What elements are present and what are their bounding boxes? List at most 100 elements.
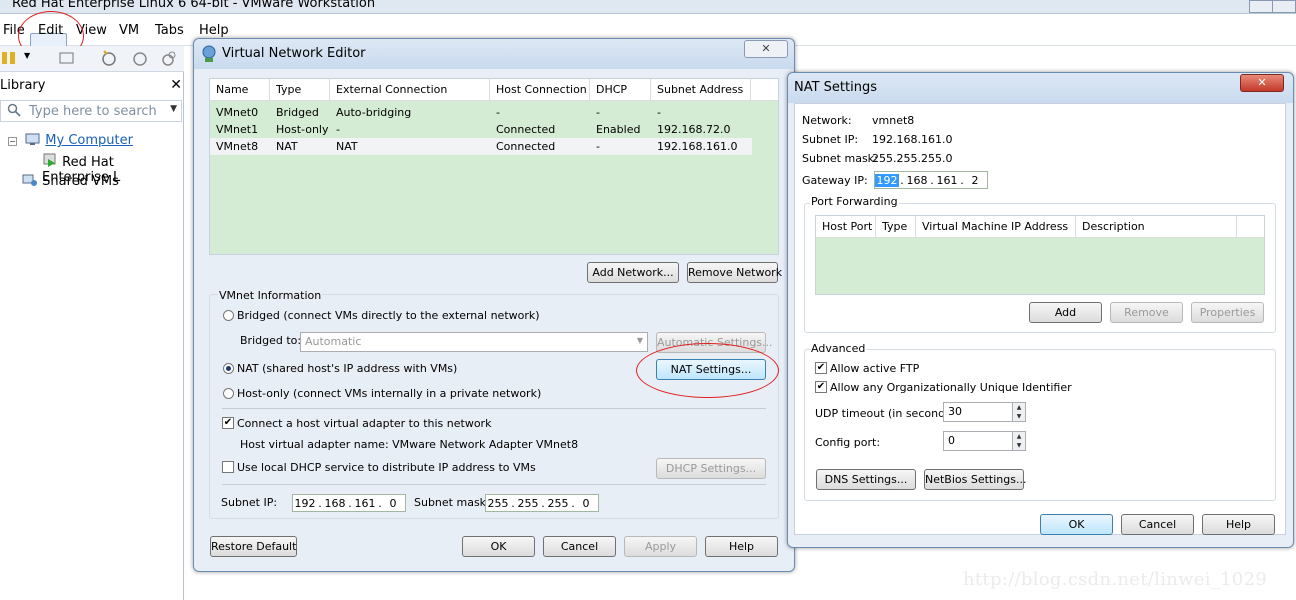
allow-oui-label[interactable]: Allow any Organizationally Unique Identi… (830, 381, 1072, 394)
col-dhcp[interactable]: DHCP (590, 78, 651, 101)
adapter-name-label: Host virtual adapter name: VMware Networ… (240, 438, 579, 451)
nat-radio-label[interactable]: NAT (shared host's IP address with VMs) (237, 362, 457, 375)
cell: 192.168.72.0 (657, 123, 731, 136)
bridged-to-select[interactable]: Automatic ▼ (300, 332, 648, 352)
col-external[interactable]: External Connection (330, 78, 490, 101)
ip-octet: 2 (971, 173, 979, 187)
tree-item-my-computer[interactable]: − My Computer (8, 133, 133, 148)
pause-icon[interactable] (1, 51, 17, 65)
revert-snapshot-icon[interactable] (131, 49, 149, 67)
cell: Host-only (276, 123, 329, 136)
table-row-selected[interactable]: VMnet8 NAT NAT Connected - 192.168.161.0 (210, 138, 752, 155)
add-network-button[interactable]: Add Network... (587, 262, 679, 283)
close-icon[interactable]: ✕ (170, 77, 182, 93)
cell: NAT (276, 140, 298, 153)
ip-octet: 168 (324, 496, 346, 510)
col-host[interactable]: Host Connection (490, 78, 590, 101)
config-port-spinner[interactable]: ▲ ▼ (1012, 431, 1026, 451)
window-title: Red Hat Enterprise Linux 6 64-bit - VMwa… (12, 0, 376, 11)
host-only-radio-label[interactable]: Host-only (connect VMs internally in a p… (237, 387, 541, 400)
bridged-radio-label[interactable]: Bridged (connect VMs directly to the ext… (237, 309, 540, 322)
vmnet-info-group (209, 294, 779, 519)
collapse-icon[interactable]: − (8, 137, 17, 146)
use-dhcp-label[interactable]: Use local DHCP service to distribute IP … (237, 461, 536, 474)
udp-timeout-label: UDP timeout (in seconds): (815, 407, 959, 420)
properties-button[interactable]: Properties (1191, 302, 1264, 323)
allow-ftp-label[interactable]: Allow active FTP (830, 362, 919, 375)
add-button[interactable]: Add (1029, 302, 1102, 323)
cancel-button[interactable]: Cancel (1121, 514, 1194, 535)
ip-octet: 255 (547, 496, 569, 510)
col-subnet[interactable]: Subnet Address (651, 78, 751, 101)
menu-vm[interactable]: VM (119, 23, 139, 38)
table-row[interactable]: VMnet1 Host-only - Connected Enabled 192… (210, 121, 751, 138)
subnet-mask-field[interactable]: 255. 255. 255. 0 (485, 494, 599, 512)
udp-timeout-spinner[interactable]: ▲ ▼ (1012, 402, 1026, 422)
cell: VMnet0 (216, 106, 259, 119)
close-button[interactable]: ✕ (1240, 74, 1284, 92)
network-table: Name Type External Connection Host Conne… (209, 78, 779, 255)
bridged-to-label: Bridged to: (240, 334, 302, 347)
apply-button[interactable]: Apply (624, 536, 697, 557)
netbios-settings-button[interactable]: NetBios Settings... (924, 469, 1026, 490)
library-search-input[interactable]: Type here to search ▼ (0, 100, 182, 122)
menu-help[interactable]: Help (199, 23, 229, 38)
remove-button[interactable]: Remove (1110, 302, 1183, 323)
help-button[interactable]: Help (1202, 514, 1275, 535)
allow-oui-checkbox[interactable]: ✔ (815, 381, 827, 393)
cancel-button[interactable]: Cancel (543, 536, 616, 557)
dns-settings-button[interactable]: DNS Settings... (816, 469, 916, 490)
gateway-ip-field[interactable]: 192. 168. 161. 2 (874, 171, 988, 189)
library-title: Library (0, 78, 46, 93)
gateway-label: Gateway IP: (802, 174, 868, 187)
tree-label[interactable]: Shared VMs (42, 174, 119, 189)
subnet-ip-field[interactable]: 192. 168. 161. 0 (292, 494, 406, 512)
config-port-input[interactable]: 0 (943, 431, 1013, 451)
chevron-down-icon[interactable]: ▼ (24, 51, 30, 60)
tree-label[interactable]: My Computer (45, 133, 133, 148)
udp-timeout-input[interactable]: 30 (943, 402, 1013, 422)
search-icon (7, 103, 21, 117)
connect-adapter-checkbox[interactable]: ✔ (222, 417, 234, 429)
ok-button[interactable]: OK (1040, 514, 1113, 535)
ok-button[interactable]: OK (462, 536, 535, 557)
fullscreen-icon[interactable] (58, 50, 76, 66)
close-button[interactable]: ✕ (744, 40, 788, 58)
annotation-circle-nat-settings (636, 343, 779, 398)
snapshot-icon[interactable] (100, 49, 118, 67)
ip-octet: 255 (517, 496, 539, 510)
col-name[interactable]: Name (210, 78, 270, 101)
nat-title: NAT Settings (794, 80, 878, 95)
allow-ftp-checkbox[interactable]: ✔ (815, 362, 827, 374)
port-forwarding-label: Port Forwarding (810, 195, 899, 208)
col-type[interactable]: Type (876, 215, 916, 238)
remove-network-button[interactable]: Remove Network (687, 262, 782, 283)
help-button[interactable]: Help (705, 536, 778, 557)
cell: NAT (336, 140, 358, 153)
connect-adapter-label[interactable]: Connect a host virtual adapter to this n… (237, 417, 491, 430)
use-dhcp-checkbox[interactable] (222, 461, 234, 473)
dhcp-settings-button[interactable]: DHCP Settings... (656, 458, 766, 479)
ip-octet: 168 (906, 173, 928, 187)
network-table-header: Name Type External Connection Host Conne… (210, 78, 778, 101)
col-vm-ip[interactable]: Virtual Machine IP Address (916, 215, 1076, 238)
menu-tabs[interactable]: Tabs (155, 23, 184, 38)
restore-default-button[interactable]: Restore Default (210, 536, 297, 557)
col-description[interactable]: Description (1076, 215, 1237, 238)
subnet-ip-label: Subnet IP: (802, 133, 859, 146)
col-type[interactable]: Type (270, 78, 330, 101)
snapshot-manager-icon[interactable] (160, 49, 178, 67)
col-host-port[interactable]: Host Port (816, 215, 876, 238)
minimize-button[interactable] (1249, 0, 1273, 13)
network-value: vmnet8 (872, 114, 915, 127)
table-row[interactable]: VMnet0 Bridged Auto-bridging - - - (210, 104, 751, 121)
nat-radio[interactable] (223, 363, 234, 374)
virtual-network-editor-dialog: Virtual Network Editor ✕ Name Type Exter… (193, 38, 795, 572)
ip-octet: 0 (582, 496, 590, 510)
maximize-button[interactable] (1272, 0, 1296, 13)
chevron-down-icon[interactable]: ▼ (170, 104, 177, 114)
host-only-radio[interactable] (223, 388, 234, 399)
bridged-radio[interactable] (223, 310, 234, 321)
watermark-text: http://blog.csdn.net/linwei_1029 (963, 569, 1268, 590)
tree-item-shared-vms[interactable]: Shared VMs (22, 173, 119, 189)
